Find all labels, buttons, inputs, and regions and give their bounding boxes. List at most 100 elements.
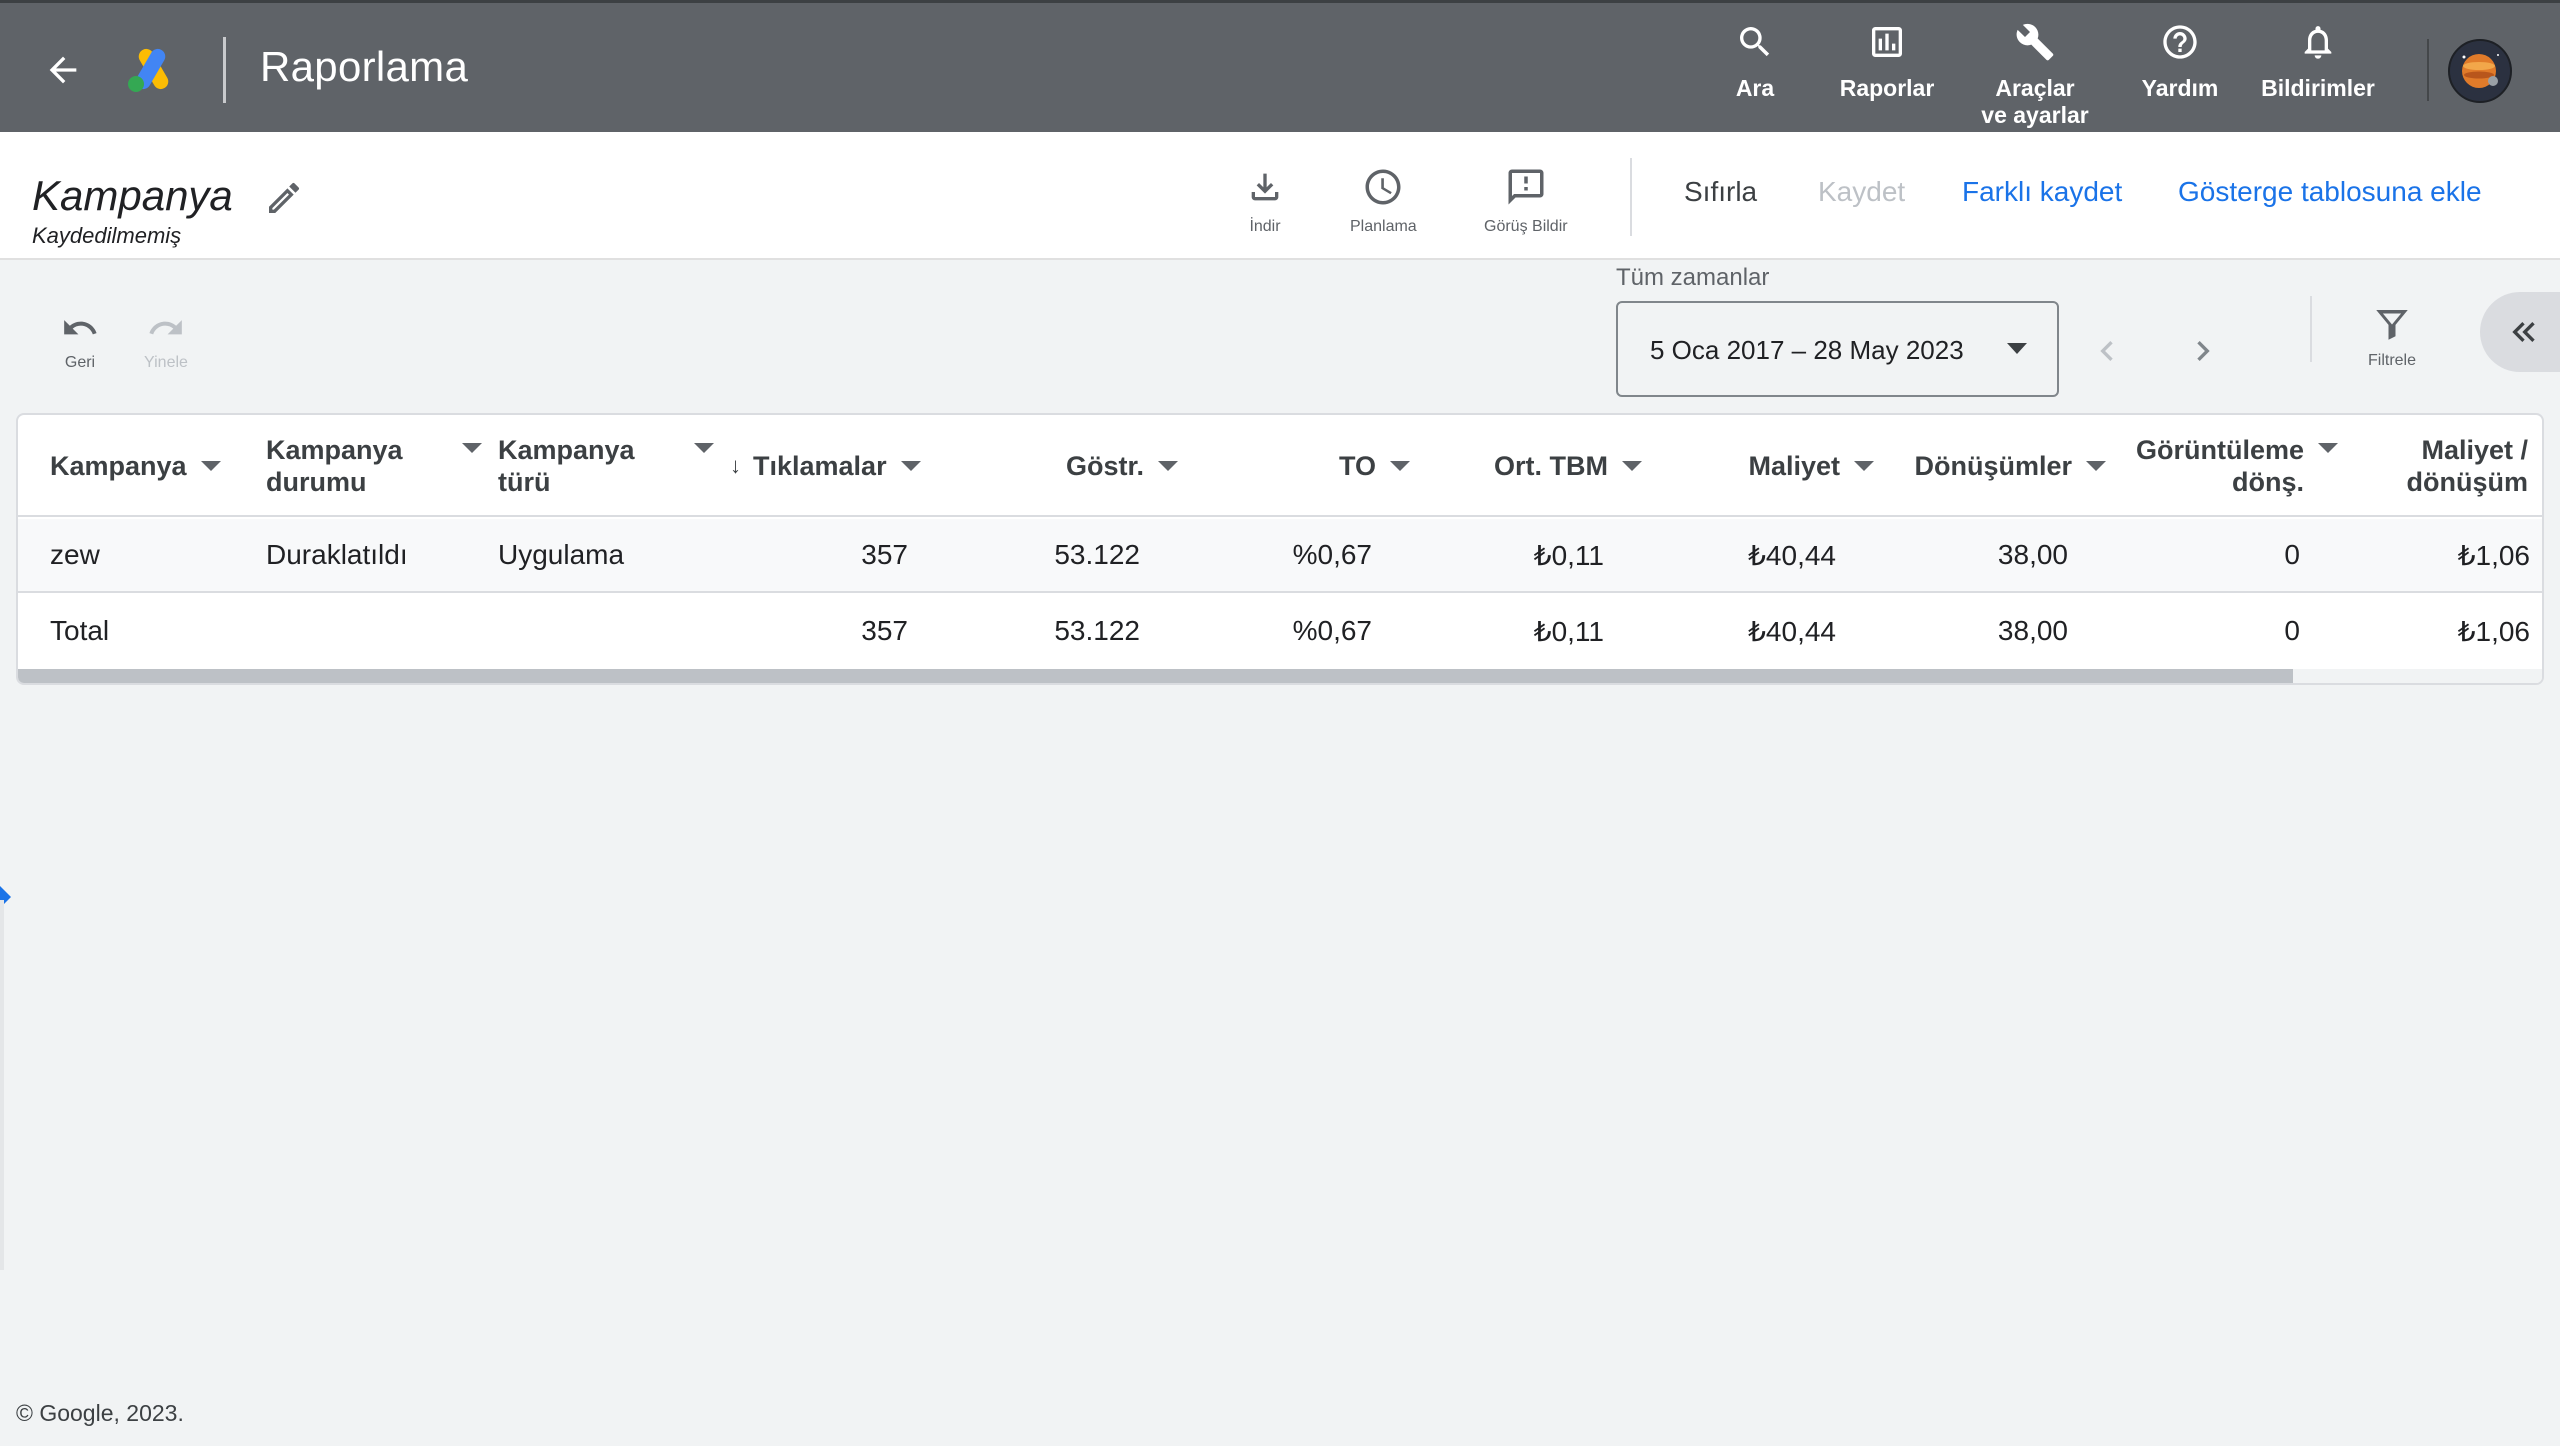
column-header-cost-per-conversion[interactable]: Maliyet / dönüşüm [2350, 415, 2542, 517]
cell-campaign-type: Uygulama [498, 539, 625, 570]
cell-cost: ₺40,44 [1748, 539, 1836, 571]
topbar-item-label: Raporlar [1839, 75, 1935, 101]
column-menu-caret-icon [1158, 461, 1178, 471]
download-button[interactable]: İndir [1240, 162, 1290, 236]
scrollbar-thumb[interactable] [18, 669, 2294, 683]
save-as-button[interactable]: Farklı kaydet [1962, 176, 2122, 208]
topbar-item-label: Ara [1735, 75, 1775, 101]
topbar-item-label: Bildirimler [2261, 75, 2375, 101]
help-icon [2155, 17, 2205, 67]
date-range-value: 5 Oca 2017 – 28 May 2023 [1650, 335, 1964, 365]
column-header-label: Görüntüleme dönş. [2135, 435, 2304, 497]
undo-icon [58, 306, 102, 350]
schedule-button[interactable]: Planlama [1350, 162, 1417, 236]
column-header-avg-cpc[interactable]: Ort. TBM [1422, 415, 1642, 517]
top-bar: Raporlama Ara Raporlar Araçlar ve ayarla… [0, 0, 2560, 132]
schedule-label: Planlama [1350, 218, 1417, 235]
column-header-label: Göstr. [1065, 451, 1144, 481]
column-header-label: Kampanya türü [498, 435, 635, 497]
column-header-campaign-status[interactable]: Kampanya durumu [266, 415, 482, 517]
cell-cost-per-conversion: ₺1,06 [2457, 539, 2530, 571]
bell-icon [2293, 17, 2343, 67]
table-total-row: Total 357 53.122 %0,67 ₺0,11 ₺40,44 38,0… [18, 595, 2542, 669]
column-menu-caret-icon [1854, 461, 1874, 471]
column-header-label: Maliyet / dönüşüm [2406, 435, 2529, 497]
report-table: Kampanya Kampanya durumu Kampanya türü ↓… [16, 413, 2544, 685]
app-title: Raporlama [260, 43, 469, 90]
topbar-search-button[interactable]: Ara [1730, 17, 1780, 129]
topbar-notifications-button[interactable]: Bildirimler [2253, 17, 2383, 129]
filter-icon [2368, 300, 2416, 348]
filter-label: Filtrele [2368, 352, 2417, 369]
edit-title-button[interactable] [258, 172, 310, 224]
cell-total-label: Total [50, 615, 110, 646]
next-period-button[interactable] [2178, 326, 2228, 376]
table-row[interactable]: zew Duraklatıldı Uygulama 357 53.122 %0,… [18, 519, 2542, 593]
report-status: Kaydedilmemiş [32, 223, 182, 248]
download-label: İndir [1249, 218, 1281, 235]
date-range-select[interactable]: 5 Oca 2017 – 28 May 2023 [1616, 301, 2059, 397]
column-menu-caret-icon [200, 461, 221, 471]
topbar-item-label: Yardım [2141, 75, 2219, 101]
account-avatar[interactable] [2448, 39, 2512, 103]
cell-campaign-status: Duraklatıldı [266, 539, 408, 570]
add-to-dashboard-button[interactable]: Gösterge tablosuna ekle [2178, 176, 2482, 208]
column-menu-caret-icon [900, 461, 921, 471]
column-header-label: Dönüşümler [1914, 451, 2072, 481]
cell-total-conversions: 38,00 [1997, 615, 2068, 646]
topbar-tools-button[interactable]: Araçlar ve ayarlar [1980, 17, 2090, 129]
column-header-label: Ort. TBM [1494, 451, 1608, 481]
back-button[interactable] [38, 45, 88, 95]
dropdown-caret-icon [2007, 343, 2027, 354]
column-header-impressions[interactable]: Göstr. [958, 415, 1178, 517]
undo-label: Geri [64, 354, 96, 371]
google-ads-logo[interactable] [126, 45, 178, 93]
feedback-icon [1501, 162, 1551, 212]
cell-avg-cpc: ₺0,11 [1533, 539, 1604, 571]
chevron-right-icon [2197, 341, 2210, 361]
undo-button[interactable]: Geri [58, 306, 102, 372]
feedback-button[interactable]: Görüş Bildir [1484, 162, 1568, 236]
cell-campaign: zew [50, 539, 100, 570]
redo-button[interactable]: Yinele [144, 306, 188, 372]
chevron-left-icon [2100, 341, 2113, 361]
column-menu-caret-icon [694, 443, 714, 453]
column-header-campaign-type[interactable]: Kampanya türü [498, 415, 714, 517]
column-header-cost[interactable]: Maliyet [1654, 415, 1874, 517]
cell-impressions: 53.122 [1054, 539, 1140, 570]
clock-icon [1358, 162, 1408, 212]
column-header-ctr[interactable]: TO [1190, 415, 1410, 517]
column-header-conversions[interactable]: Dönüşümler [1886, 415, 2106, 517]
table-header: Kampanya Kampanya durumu Kampanya türü ↓… [18, 415, 2542, 517]
reset-button[interactable]: Sıfırla [1684, 176, 1757, 208]
double-chevron-left-icon [2512, 322, 2535, 342]
wrench-icon [2010, 17, 2060, 67]
save-button[interactable]: Kaydet [1818, 176, 1905, 208]
column-menu-caret-icon [1390, 461, 1410, 471]
redo-icon [144, 306, 188, 350]
topbar-help-button[interactable]: Yardım [2130, 17, 2230, 129]
header-separator [1630, 158, 1632, 236]
column-menu-caret-icon [462, 443, 482, 453]
column-header-campaign[interactable]: Kampanya [50, 415, 250, 517]
sort-descending-icon: ↓ [730, 453, 741, 478]
column-header-label: Kampanya durumu [266, 435, 403, 497]
cell-conversions: 38,00 [1997, 539, 2068, 570]
cell-total-view-through-conversions: 0 [2284, 615, 2300, 646]
cell-total-cost-per-conversion: ₺1,06 [2457, 615, 2530, 647]
column-menu-caret-icon [1622, 461, 1642, 471]
column-header-view-through-conversions[interactable]: Görüntüleme dönş. [2118, 415, 2338, 517]
reports-icon [1862, 17, 1912, 67]
cell-total-impressions: 53.122 [1054, 615, 1140, 646]
column-header-label: Tıklamalar [753, 451, 887, 481]
collapse-panel-button[interactable] [2480, 292, 2560, 372]
column-header-clicks[interactable]: ↓ Tıklamalar [730, 415, 950, 517]
column-header-label: TO [1338, 451, 1376, 481]
topbar-separator [2427, 39, 2429, 101]
topbar-reports-button[interactable]: Raporlar [1832, 17, 1942, 129]
cell-total-ctr: %0,67 [1292, 615, 1372, 646]
previous-period-button[interactable] [2082, 326, 2132, 376]
horizontal-scrollbar[interactable] [18, 669, 2542, 683]
cell-total-avg-cpc: ₺0,11 [1533, 615, 1604, 647]
filter-button[interactable]: Filtrele [2368, 300, 2416, 370]
